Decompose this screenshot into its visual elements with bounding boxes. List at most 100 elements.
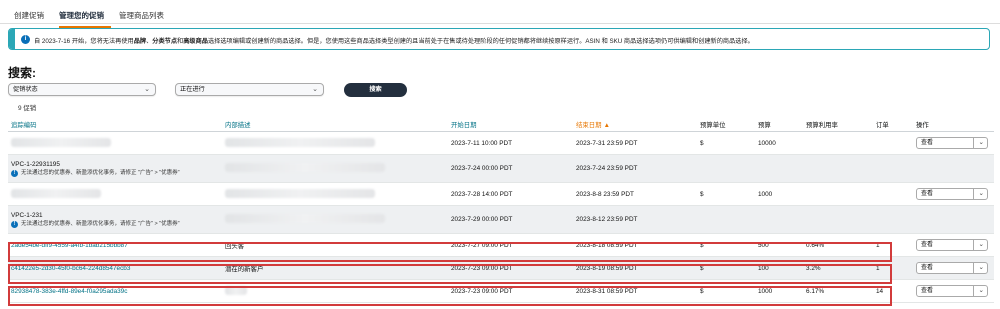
- view-action-select[interactable]: 查看 ⌄: [916, 285, 988, 297]
- table-row: VPC-1-231 ! 无法通过您的优惠券、新盈添优化事务，请修正 "广告" > …: [8, 205, 994, 234]
- chevron-down-icon: ⌄: [978, 190, 984, 197]
- table-row: c41422e5-2d30-45f0-bc64-224d8547ecb3 潜在的…: [8, 256, 994, 280]
- info-notice: i 自 2023-7-16 开始，您将无法再使用品牌、分类节点和高级商品选择选项…: [8, 28, 990, 50]
- header-budget-utilization: 预算利用率: [803, 118, 873, 132]
- view-label: 查看: [921, 288, 934, 294]
- select-divider: [973, 240, 974, 250]
- tab-manage-promotions[interactable]: 管理您的促销: [59, 10, 111, 28]
- search-button[interactable]: 搜索: [344, 83, 407, 97]
- header-start-date[interactable]: 开始日期: [448, 118, 573, 132]
- chevron-down-icon: ⌄: [978, 264, 984, 271]
- utilization-cell: 6.17%: [803, 279, 873, 303]
- start-date-cell: 2023-7-24 00:00 PDT: [448, 154, 573, 183]
- chevron-down-icon: ⌄: [312, 86, 318, 93]
- promotion-status-select[interactable]: 促销状态 ⌄: [8, 83, 156, 96]
- view-label: 查看: [921, 265, 934, 271]
- end-date-cell: 2023-8-18 08:59 PDT: [573, 233, 697, 257]
- chevron-down-icon: ⌄: [978, 287, 984, 294]
- utilization-cell: [803, 182, 873, 206]
- table-row: VPC-1-22931195 ! 无法通过您的优惠券、新盈添优化事务，请修正 "广…: [8, 154, 994, 183]
- search-title: 搜索:: [8, 66, 36, 80]
- budget-cell: [755, 154, 803, 183]
- start-date-cell: 2023-7-23 09:00 PDT: [448, 256, 573, 280]
- utilization-cell: 0.64%: [803, 233, 873, 257]
- state-select-value: 正在进行: [180, 86, 205, 93]
- notice-accent-bar: [9, 29, 15, 49]
- header-actions: 操作: [913, 118, 994, 132]
- header-end-date[interactable]: 结束日期 ▲: [573, 118, 697, 132]
- orders-cell: [873, 131, 913, 155]
- promotion-count: 9 促销: [18, 105, 37, 112]
- end-date-cell: 2023-7-24 23:59 PDT: [573, 154, 697, 183]
- tab-bar: 创建促销 管理您的促销 管理商品列表: [14, 10, 179, 28]
- view-action-select[interactable]: 查看 ⌄: [916, 188, 988, 200]
- header-orders: 订单: [873, 118, 913, 132]
- budget-cell: 1000: [755, 182, 803, 206]
- action-cell: 查看 ⌄: [913, 279, 994, 303]
- orders-cell: 14: [873, 279, 913, 303]
- internal-description-cell: 潜在的新客户: [222, 256, 448, 280]
- internal-description-cell: [222, 182, 448, 206]
- tracking-code-cell: [8, 131, 222, 155]
- start-date-cell: 2023-7-11 10:00 PDT: [448, 131, 573, 155]
- view-label: 查看: [921, 191, 934, 197]
- end-date-label: 结束日期: [576, 122, 602, 129]
- end-date-cell: 2023-8-19 08:59 PDT: [573, 256, 697, 280]
- header-budget: 预算: [755, 118, 803, 132]
- redacted-text: [225, 163, 385, 172]
- view-label: 查看: [921, 140, 934, 146]
- warning-message: ! 无法通过您的优惠券、新盈添优化事务，请修正 "广告" > "优惠券": [11, 169, 219, 177]
- orders-cell: [873, 205, 913, 234]
- header-tracking-code[interactable]: 追踪编码: [8, 118, 222, 132]
- warning-text: 无法通过您的优惠券、新盈添优化事务，请修正 "广告" > "优惠券": [21, 220, 180, 227]
- budget-cell: [755, 205, 803, 234]
- budget-unit-cell: $: [697, 256, 755, 280]
- warning-text: 无法通过您的优惠券、新盈添优化事务，请修正 "广告" > "优惠券": [21, 169, 180, 176]
- chevron-down-icon: ⌄: [978, 241, 984, 248]
- action-cell: [913, 205, 994, 234]
- select-divider: [973, 189, 974, 199]
- action-cell: 查看 ⌄: [913, 182, 994, 206]
- sort-ascending-icon: ▲: [603, 122, 610, 129]
- tracking-code-cell: [8, 182, 222, 206]
- end-date-cell: 2023-8-8 23:59 PDT: [573, 182, 697, 206]
- start-date-cell: 2023-7-27 09:00 PDT: [448, 233, 573, 257]
- view-action-select[interactable]: 查看 ⌄: [916, 137, 988, 149]
- view-action-select[interactable]: 查看 ⌄: [916, 239, 988, 251]
- chevron-down-icon: ⌄: [978, 139, 984, 146]
- budget-cell: 500: [755, 233, 803, 257]
- notice-text: 自 2023-7-16 开始，您将无法再使用品牌、分类节点和高级商品选择选项编辑…: [34, 38, 754, 45]
- tracking-code: VPC-1-22931195: [11, 160, 60, 168]
- utilization-cell: [803, 154, 873, 183]
- action-cell: 查看 ⌄: [913, 256, 994, 280]
- table-row: 2023-7-28 14:00 PDT 2023-8-8 23:59 PDT $…: [8, 182, 994, 206]
- table-header-row: 追踪编码 内部描述 开始日期 结束日期 ▲ 预算单位 预算 预算利用率 订单 操作: [8, 118, 994, 132]
- budget-unit-cell: $: [697, 233, 755, 257]
- orders-cell: 1: [873, 256, 913, 280]
- utilization-cell: [803, 131, 873, 155]
- utilization-cell: 3.2%: [803, 256, 873, 280]
- select-divider: [973, 138, 974, 148]
- utilization-cell: [803, 205, 873, 234]
- start-date-cell: 2023-7-28 14:00 PDT: [448, 182, 573, 206]
- internal-description-cell: [222, 279, 448, 303]
- start-date-cell: 2023-7-29 00:00 PDT: [448, 205, 573, 234]
- header-budget-unit: 预算单位: [697, 118, 755, 132]
- tab-create-promotion[interactable]: 创建促销: [14, 10, 51, 28]
- internal-description-cell: [222, 131, 448, 155]
- budget-unit-cell: [697, 154, 755, 183]
- tracking-code-link[interactable]: 2ade54be-dff9-4559-a4fb-1bab215bbb87: [8, 233, 222, 257]
- view-action-select[interactable]: 查看 ⌄: [916, 262, 988, 274]
- budget-cell: 100: [755, 256, 803, 280]
- internal-description-cell: [222, 154, 448, 183]
- promotion-state-select[interactable]: 正在进行 ⌄: [175, 83, 324, 96]
- header-internal-description[interactable]: 内部描述: [222, 118, 448, 132]
- tab-manage-product-lists[interactable]: 管理商品列表: [119, 10, 171, 28]
- warning-message: ! 无法通过您的优惠券、新盈添优化事务，请修正 "广告" > "优惠券": [11, 220, 219, 228]
- internal-description-cell: 回头客: [222, 233, 448, 257]
- tracking-code-link[interactable]: c41422e5-2d30-45f0-bc64-224d8547ecb3: [8, 256, 222, 280]
- tracking-code-link[interactable]: 82938478-383e-4ffd-89e4-f0a295ada39c: [8, 279, 222, 303]
- info-icon: !: [11, 220, 18, 228]
- redacted-text: [11, 188, 101, 198]
- redacted-text: [11, 137, 111, 147]
